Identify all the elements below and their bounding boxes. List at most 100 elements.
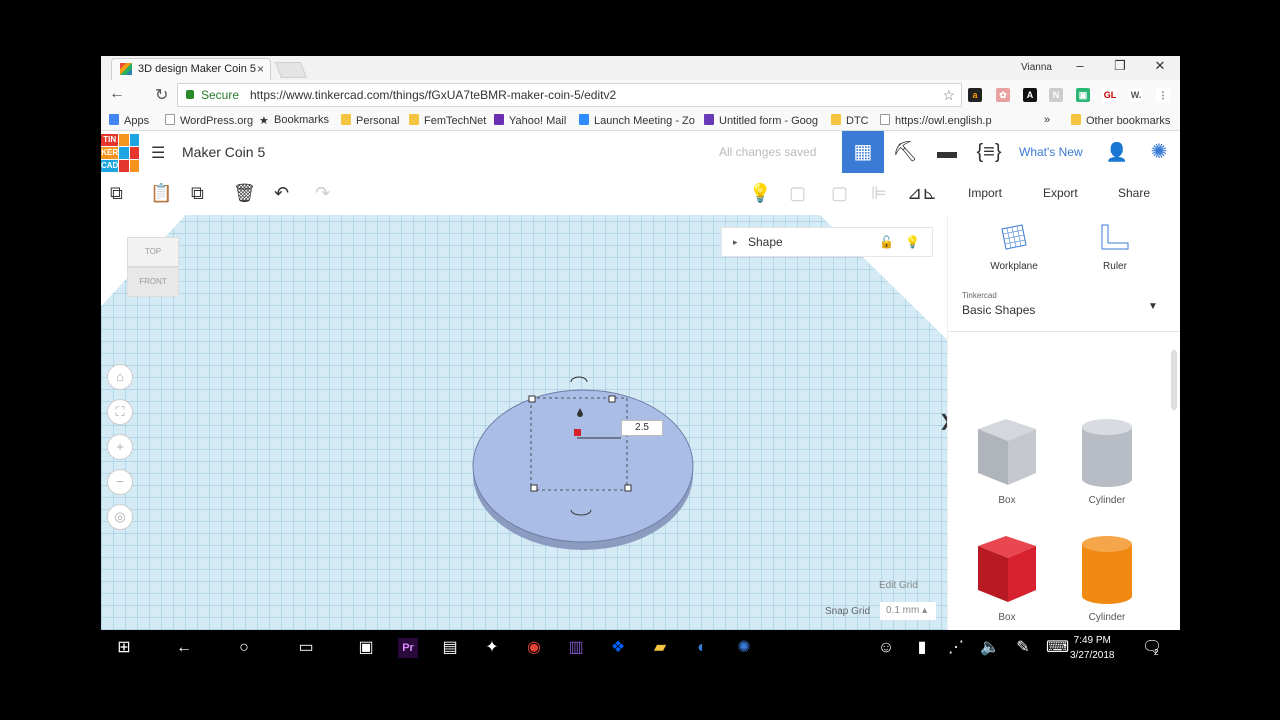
shape-cylinder-orange[interactable]: Cylinder: [1072, 532, 1142, 623]
workplane-icon[interactable]: [1000, 223, 1028, 251]
bookmark-yahoo-mail[interactable]: Yahoo! Mail: [494, 114, 566, 127]
viewcube-top[interactable]: TOP: [127, 237, 179, 267]
snap-grid-select[interactable]: 0.1 mm ▴: [880, 602, 936, 620]
bookmark-owl[interactable]: https://owl.english.p: [880, 114, 992, 127]
avatar[interactable]: ✺: [1138, 131, 1180, 173]
file-explorer-icon[interactable]: ▰: [650, 638, 670, 658]
extension-icon[interactable]: N: [1049, 88, 1063, 102]
shape-box-gray[interactable]: Box: [972, 415, 1042, 506]
keyboard-icon[interactable]: ⌨: [1046, 638, 1069, 658]
dropbox-icon[interactable]: ❖: [608, 638, 628, 658]
app-icon[interactable]: ✦: [482, 638, 502, 658]
bookmark-bookmarks[interactable]: ★ Bookmarks: [259, 114, 329, 127]
notifications-icon[interactable]: 🗨: [1142, 638, 1162, 658]
ruler-label[interactable]: Ruler: [1085, 261, 1145, 272]
group-icon[interactable]: ▢: [789, 183, 806, 204]
wifi-icon[interactable]: ⋰: [946, 638, 966, 658]
add-user-icon[interactable]: 👤: [1096, 131, 1138, 173]
premiere-icon[interactable]: Pr: [398, 638, 418, 658]
new-tab-button[interactable]: [275, 62, 307, 78]
people-icon[interactable]: ☺: [876, 638, 896, 658]
zoom-out-icon[interactable]: −: [107, 469, 133, 495]
extension-icon[interactable]: ▣: [1076, 88, 1090, 102]
align-icon[interactable]: ⊫: [871, 183, 887, 204]
amazon-extension-icon[interactable]: a: [968, 88, 982, 102]
bookmark-launch-meeting[interactable]: Launch Meeting - Zo: [579, 114, 695, 127]
task-view-icon[interactable]: ▭: [296, 638, 316, 658]
chrome-menu-icon[interactable]: ⋮: [1156, 88, 1170, 102]
undo-icon[interactable]: ↶: [274, 183, 289, 204]
extension-icon[interactable]: A: [1023, 88, 1037, 102]
codeblocks-icon[interactable]: {≡}: [968, 131, 1010, 173]
star-icon[interactable]: ☆: [942, 84, 955, 106]
grammarly-extension-icon[interactable]: GL: [1103, 88, 1117, 102]
light-bulb-icon[interactable]: 💡: [905, 228, 920, 256]
viewcube-front[interactable]: FRONT: [127, 267, 179, 297]
redo-icon[interactable]: ↷: [315, 183, 330, 204]
bricks-icon[interactable]: ▬: [926, 131, 968, 173]
bookmarks-overflow-icon[interactable]: »: [1044, 114, 1050, 126]
cortana-icon[interactable]: ○: [234, 638, 254, 658]
user-profile-label[interactable]: Vianna: [1021, 62, 1052, 73]
volume-icon[interactable]: 🔈: [980, 638, 1000, 658]
bookmark-dtc[interactable]: DTC: [831, 114, 869, 127]
3d-design-view-icon[interactable]: ▦: [842, 131, 884, 173]
ungroup-icon[interactable]: ▢: [831, 183, 848, 204]
clock[interactable]: 7:49 PM 3/27/2018: [1070, 633, 1115, 663]
list-menu-icon[interactable]: ☰: [151, 143, 165, 163]
extension-icon[interactable]: W.: [1129, 88, 1143, 102]
copy-icon[interactable]: ⧉: [110, 183, 123, 204]
tinkercad-logo[interactable]: TIN KER CAD: [101, 134, 139, 172]
tab-close-icon[interactable]: ×: [257, 59, 264, 79]
library-scrollbar[interactable]: [1171, 350, 1177, 410]
restore-icon[interactable]: ❐: [1105, 58, 1135, 74]
pickaxe-icon[interactable]: ⛏: [884, 131, 926, 173]
reload-icon[interactable]: ↻: [155, 85, 168, 105]
coin-object[interactable]: [471, 370, 695, 552]
fit-view-icon[interactable]: ⛶: [107, 399, 133, 425]
bookmark-femtechnet[interactable]: FemTechNet: [409, 114, 486, 127]
share-button[interactable]: Share: [1118, 186, 1150, 200]
store-icon[interactable]: ▣: [356, 638, 376, 658]
minimize-icon[interactable]: –: [1065, 58, 1095, 73]
dimension-input[interactable]: 2.5: [621, 420, 663, 436]
app-icon[interactable]: ✺: [734, 638, 754, 658]
bookmark-wordpress[interactable]: WordPress.org: [165, 114, 253, 127]
windows-start-icon[interactable]: ⊞: [114, 638, 134, 658]
bookmark-personal[interactable]: Personal: [341, 114, 399, 127]
extension-icon[interactable]: ✿: [996, 88, 1010, 102]
3d-viewport[interactable]: TOP FRONT ⌂ ⛶ + − ◎ ▸ Shape 🔓 💡 2.5 Edit…: [101, 215, 947, 630]
ruler-icon[interactable]: [1100, 223, 1130, 251]
battery-icon[interactable]: ▮: [912, 638, 932, 658]
app-icon[interactable]: ◐: [692, 638, 712, 658]
shape-cylinder-gray[interactable]: Cylinder: [1072, 415, 1142, 506]
duplicate-icon[interactable]: ⧉: [191, 183, 204, 204]
browser-tab[interactable]: 3D design Maker Coin 5 ×: [111, 58, 271, 80]
collapse-caret-icon[interactable]: ▸: [733, 228, 738, 256]
bookmark-untitled-form[interactable]: Untitled form - Goog: [704, 114, 818, 127]
chrome-icon[interactable]: ◉: [524, 638, 544, 658]
whats-new-link[interactable]: What's New: [1019, 145, 1083, 159]
delete-icon[interactable]: 🗑: [233, 183, 256, 204]
lock-icon[interactable]: 🔓: [879, 228, 894, 256]
perspective-icon[interactable]: ◎: [107, 504, 133, 530]
app-icon[interactable]: ▤: [440, 638, 460, 658]
workplane-label[interactable]: Workplane: [984, 261, 1044, 272]
shape-inspector[interactable]: ▸ Shape 🔓 💡: [721, 227, 933, 257]
library-dropdown-icon[interactable]: ▼: [1148, 301, 1158, 312]
design-title[interactable]: Maker Coin 5: [182, 144, 265, 160]
zoom-in-icon[interactable]: +: [107, 434, 133, 460]
mirror-icon[interactable]: ⊿⊾: [907, 183, 937, 204]
export-button[interactable]: Export: [1043, 186, 1078, 200]
shape-box-red[interactable]: Box: [972, 532, 1042, 623]
url-bar[interactable]: Secure https://www.tinkercad.com/things/…: [177, 83, 962, 107]
pen-icon[interactable]: ✎: [1013, 638, 1033, 658]
app-icon[interactable]: ▥: [566, 638, 586, 658]
panel-expand-chevron-icon[interactable]: ❯: [939, 411, 947, 431]
other-bookmarks[interactable]: Other bookmarks: [1071, 114, 1170, 127]
close-window-icon[interactable]: ✕: [1145, 58, 1175, 74]
home-view-icon[interactable]: ⌂: [107, 364, 133, 390]
back-icon[interactable]: ←: [174, 638, 194, 658]
show-all-icon[interactable]: 💡: [749, 183, 771, 204]
bookmark-apps[interactable]: Apps: [109, 114, 149, 127]
